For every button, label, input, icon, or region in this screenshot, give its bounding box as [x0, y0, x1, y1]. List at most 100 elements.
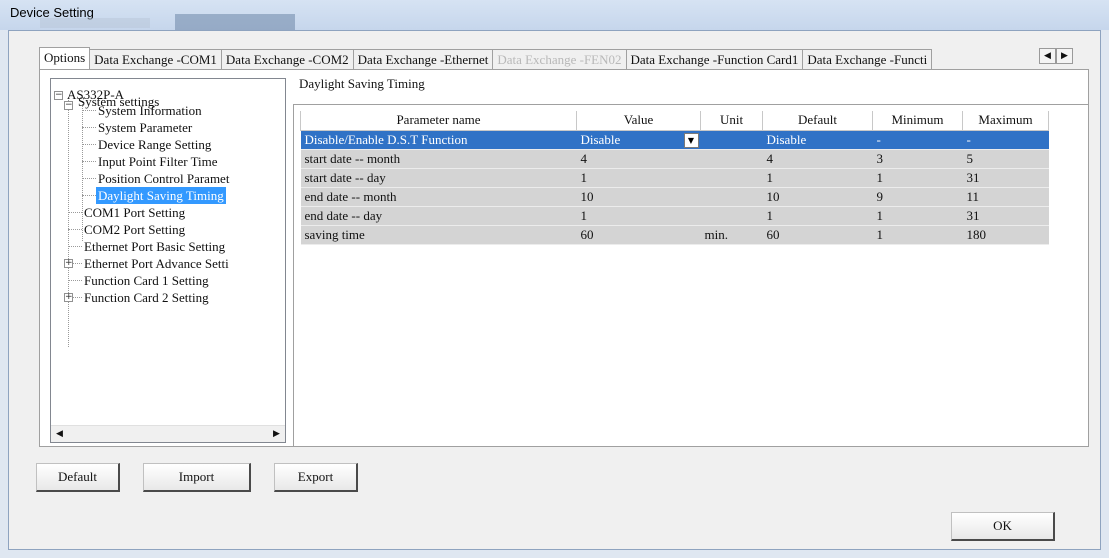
- tree-node-position-control-parameter[interactable]: Position Control Paramet: [98, 170, 229, 187]
- maximum-cell: -: [962, 130, 1049, 150]
- value-cell[interactable]: 60: [576, 225, 701, 245]
- parameter-name-cell: saving time: [300, 225, 577, 245]
- tab-data-exchange-function-card2[interactable]: Data Exchange -Functi: [802, 49, 933, 69]
- tree-node-system-parameter[interactable]: System Parameter: [98, 119, 192, 136]
- title-bar-decoration: [175, 14, 295, 30]
- column-header-default[interactable]: Default: [762, 111, 873, 131]
- tree-line: [82, 178, 96, 179]
- maximum-cell: 180: [962, 225, 1049, 245]
- table-row[interactable]: start date -- month 4 4 3 5: [300, 149, 1049, 169]
- unit-cell: [700, 206, 763, 226]
- table-row[interactable]: end date -- month 10 10 9 11: [300, 187, 1049, 207]
- tree-node-function-card2-setting[interactable]: Function Card 2 Setting: [84, 289, 209, 306]
- minimum-cell: -: [872, 130, 963, 150]
- default-cell: 10: [762, 187, 873, 207]
- minimum-cell: 1: [872, 168, 963, 188]
- tree-line: [68, 97, 69, 347]
- tree-node-ethernet-advance-setting[interactable]: Ethernet Port Advance Setti: [84, 255, 229, 272]
- section-title: Daylight Saving Timing: [299, 76, 425, 91]
- tree-line: [68, 229, 82, 230]
- value-cell[interactable]: 10: [576, 187, 701, 207]
- ok-button[interactable]: OK: [951, 512, 1055, 541]
- column-header-minimum[interactable]: Minimum: [872, 111, 963, 131]
- table-row[interactable]: start date -- day 1 1 1 31: [300, 168, 1049, 188]
- unit-cell: [700, 187, 763, 207]
- tree-node-system-information[interactable]: System Information: [98, 102, 202, 119]
- tree-line: [68, 212, 82, 213]
- tree-line: [82, 161, 96, 162]
- table-row[interactable]: end date -- day 1 1 1 31: [300, 206, 1049, 226]
- tab-scroll-right-icon[interactable]: ▶: [1056, 48, 1073, 64]
- minimum-cell: 9: [872, 187, 963, 207]
- value-cell[interactable]: 4: [576, 149, 701, 169]
- export-button[interactable]: Export: [274, 463, 358, 492]
- tree-line: [82, 144, 96, 145]
- tab-data-exchange-fen02: Data Exchange -FEN02: [492, 49, 627, 69]
- expand-icon[interactable]: +: [64, 259, 73, 268]
- scroll-right-icon[interactable]: ▶: [268, 426, 285, 442]
- import-button[interactable]: Import: [143, 463, 251, 492]
- tab-options[interactable]: Options: [39, 47, 91, 69]
- parameter-name-cell: end date -- month: [300, 187, 577, 207]
- parameter-name-cell: start date -- month: [300, 149, 577, 169]
- default-cell: Disable: [762, 130, 873, 150]
- tree-node-input-point-filter-time[interactable]: Input Point Filter Time: [98, 153, 218, 170]
- tree-node-function-card1-setting[interactable]: Function Card 1 Setting: [84, 272, 209, 289]
- tab-data-exchange-com2[interactable]: Data Exchange -COM2: [220, 49, 354, 69]
- parameter-area: Daylight Saving Timing Parameter name Va…: [293, 70, 1088, 446]
- parameter-grid: Parameter name Value Unit Default Minimu…: [300, 111, 1049, 245]
- tab-data-exchange-function-card1[interactable]: Data Exchange -Function Card1: [625, 49, 804, 69]
- table-row[interactable]: Disable/Enable D.S.T Function Disable ▼ …: [300, 130, 1049, 150]
- minimum-cell: 3: [872, 149, 963, 169]
- collapse-icon[interactable]: −: [64, 101, 73, 110]
- default-button[interactable]: Default: [36, 463, 120, 492]
- default-cell: 4: [762, 149, 873, 169]
- tab-data-exchange-ethernet[interactable]: Data Exchange -Ethernet: [352, 49, 494, 69]
- maximum-cell: 31: [962, 168, 1049, 188]
- dialog-client-area: Options Data Exchange -COM1 Data Exchang…: [8, 30, 1101, 550]
- tree-node-com2-port-setting[interactable]: COM2 Port Setting: [84, 221, 185, 238]
- unit-cell: [700, 168, 763, 188]
- parameter-name-cell: Disable/Enable D.S.T Function: [300, 130, 577, 150]
- value-dropdown[interactable]: Disable ▼: [576, 130, 701, 150]
- expand-icon[interactable]: +: [64, 293, 73, 302]
- chevron-down-icon[interactable]: ▼: [683, 132, 699, 148]
- column-header-maximum[interactable]: Maximum: [962, 111, 1049, 131]
- parameter-name-cell: start date -- day: [300, 168, 577, 188]
- column-header-unit[interactable]: Unit: [700, 111, 763, 131]
- value-cell[interactable]: 1: [576, 168, 701, 188]
- value-cell[interactable]: 1: [576, 206, 701, 226]
- options-panel: − AS332P-A − System settings System Info…: [39, 69, 1089, 447]
- unit-cell: [700, 130, 763, 150]
- minimum-cell: 1: [872, 225, 963, 245]
- tree-node-ethernet-basic-setting[interactable]: Ethernet Port Basic Setting: [84, 238, 225, 255]
- title-bar: Device Setting: [0, 0, 1109, 30]
- default-cell: 60: [762, 225, 873, 245]
- tab-scroll-left-icon[interactable]: ◀: [1039, 48, 1056, 64]
- scroll-left-icon[interactable]: ◀: [51, 426, 68, 442]
- tree-node-daylight-saving-timing[interactable]: Daylight Saving Timing: [96, 187, 226, 204]
- default-cell: 1: [762, 206, 873, 226]
- tree-line: [68, 246, 82, 247]
- tree-horizontal-scrollbar[interactable]: ◀ ▶: [51, 425, 285, 442]
- parameter-grid-container: Parameter name Value Unit Default Minimu…: [293, 104, 1088, 446]
- minimum-cell: 1: [872, 206, 963, 226]
- tree-line: [82, 195, 96, 196]
- column-header-value[interactable]: Value: [576, 111, 701, 131]
- parameter-name-cell: end date -- day: [300, 206, 577, 226]
- grid-header-row: Parameter name Value Unit Default Minimu…: [300, 111, 1049, 131]
- unit-cell: [700, 149, 763, 169]
- tree-node-com1-port-setting[interactable]: COM1 Port Setting: [84, 204, 185, 221]
- table-row[interactable]: saving time 60 min. 60 1 180: [300, 225, 1049, 245]
- tab-data-exchange-com1[interactable]: Data Exchange -COM1: [89, 49, 222, 69]
- settings-tree[interactable]: − AS332P-A − System settings System Info…: [50, 78, 286, 443]
- tree-line: [82, 110, 96, 111]
- tree-line: [73, 263, 82, 264]
- unit-cell: min.: [700, 225, 763, 245]
- column-header-parameter-name[interactable]: Parameter name: [300, 111, 577, 131]
- title-bar-decoration: [40, 18, 150, 28]
- value-dropdown-text: Disable: [580, 131, 621, 147]
- maximum-cell: 31: [962, 206, 1049, 226]
- tree-node-device-range-setting[interactable]: Device Range Setting: [98, 136, 211, 153]
- collapse-icon[interactable]: −: [54, 91, 63, 100]
